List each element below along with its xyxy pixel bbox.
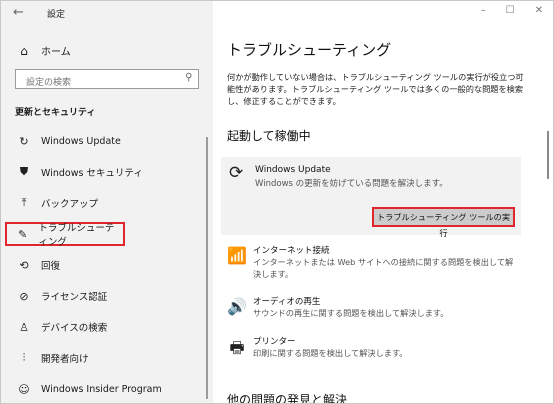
sidebar-item-insider-program[interactable]: ☺ Windows Insider Program bbox=[1, 377, 213, 401]
shield-icon: ⛊ bbox=[19, 165, 29, 178]
home-label: ホーム bbox=[41, 47, 71, 58]
find-device-icon: ♙ bbox=[19, 320, 29, 334]
wifi-icon: 📶 bbox=[227, 246, 247, 265]
sidebar-item-label: デバイスの検索 bbox=[41, 323, 108, 334]
troubleshooter-audio[interactable]: 🔊 オーディオの再生 サウンドの再生に関する問題を検出して解決します。 bbox=[227, 295, 527, 325]
maximize-icon[interactable]: ☐ bbox=[506, 5, 515, 16]
sidebar-item-label: 開発者向け bbox=[41, 354, 89, 365]
sidebar-item-activation[interactable]: ⊘ ライセンス認証 bbox=[1, 284, 213, 308]
insider-icon: ☺ bbox=[18, 382, 30, 396]
running-heading: 起動して稼働中 bbox=[227, 129, 311, 143]
sidebar-item-find-device[interactable]: ♙ デバイスの検索 bbox=[1, 315, 213, 339]
main-scrollbar[interactable] bbox=[547, 131, 549, 179]
settings-search-box[interactable]: ⚲ bbox=[15, 69, 199, 92]
back-arrow-icon[interactable]: ← bbox=[13, 5, 24, 20]
title-bar-left: ← 設定 bbox=[1, 1, 213, 27]
windows-update-troubleshooter[interactable]: ⟳ Windows Update Windows の更新を妨げている問題を解決し… bbox=[221, 157, 521, 238]
sidebar-item-label: バックアップ bbox=[41, 199, 99, 210]
search-icon[interactable]: ⚲ bbox=[185, 72, 192, 83]
sidebar-item-label: 回復 bbox=[41, 261, 61, 272]
sidebar: ← 設定 ⌂ ホーム ⚲ 更新とセキュリティ ↻ Windows Update … bbox=[1, 1, 213, 403]
home-icon: ⌂ bbox=[20, 43, 28, 58]
speaker-icon: 🔊 bbox=[227, 297, 247, 316]
backup-icon: ⤒ bbox=[21, 196, 27, 209]
troubleshooter-description: Windows の更新を妨げている問題を解決します。 bbox=[255, 179, 448, 189]
check-circle-icon: ⊘ bbox=[19, 289, 29, 303]
main-content: – ☐ ✕ トラブルシューティング 何かが動作していない場合は、トラブルシューテ… bbox=[213, 1, 553, 403]
settings-search-input[interactable] bbox=[24, 74, 178, 92]
refresh-icon: ⟳ bbox=[229, 163, 244, 183]
sidebar-item-recovery[interactable]: ⟲ 回復 bbox=[1, 253, 213, 277]
printer-icon: 🖶 bbox=[229, 338, 245, 357]
troubleshooter-title: インターネット接続 bbox=[253, 246, 330, 256]
section-heading: 更新とセキュリティ bbox=[15, 108, 96, 118]
sidebar-item-label: Windows セキュリティ bbox=[41, 168, 143, 179]
intro-text: 何かが動作していない場合は、トラブルシューティング ツールの実行が役立つ可能性が… bbox=[227, 72, 524, 106]
sidebar-item-label: ライセンス認証 bbox=[41, 292, 108, 303]
troubleshooter-title: オーディオの再生 bbox=[253, 297, 321, 307]
sidebar-scrollbar[interactable] bbox=[206, 137, 208, 399]
troubleshooter-description: 印刷に関する問題を検出して解決します。 bbox=[253, 348, 408, 358]
run-troubleshooter-button[interactable]: トラブルシューティング ツールの実行 bbox=[372, 207, 515, 238]
window-controls: – ☐ ✕ bbox=[481, 5, 543, 16]
refresh-icon: ↻ bbox=[19, 134, 29, 148]
home-link[interactable]: ⌂ ホーム bbox=[17, 43, 71, 59]
sidebar-item-label: Windows Update bbox=[41, 135, 121, 147]
recovery-icon: ⟲ bbox=[19, 258, 29, 272]
sidebar-item-windows-security[interactable]: ⛊ Windows セキュリティ bbox=[1, 160, 213, 184]
settings-window: ← 設定 ⌂ ホーム ⚲ 更新とセキュリティ ↻ Windows Update … bbox=[0, 0, 554, 404]
close-icon[interactable]: ✕ bbox=[535, 5, 543, 16]
window-title: 設定 bbox=[47, 10, 66, 20]
minimize-icon[interactable]: – bbox=[481, 5, 486, 16]
troubleshooter-description: サウンドの再生に関する問題を検出して解決します。 bbox=[253, 308, 449, 318]
sidebar-item-troubleshoot[interactable]: ✎ トラブルシューティング bbox=[5, 222, 125, 248]
troubleshooter-description: インターネットまたは Web サイトへの接続に関する問題を検出して解決します。 bbox=[253, 257, 514, 279]
sidebar-item-developers[interactable]: ⫶ 開発者向け bbox=[1, 346, 213, 370]
troubleshooter-internet[interactable]: 📶 インターネット接続 インターネットまたは Web サイトへの接続に関する問題… bbox=[227, 244, 527, 284]
wrench-icon: ✎ bbox=[18, 227, 28, 241]
sidebar-item-label: トラブルシューティング bbox=[38, 223, 115, 248]
troubleshooter-title: Windows Update bbox=[255, 165, 331, 175]
page-title: トラブルシューティング bbox=[227, 41, 392, 59]
troubleshooter-title: プリンター bbox=[253, 337, 296, 347]
sidebar-item-label: Windows Insider Program bbox=[41, 383, 162, 395]
other-problems-heading: 他の問題の発見と解決 bbox=[227, 393, 348, 404]
sidebar-item-backup[interactable]: ⤒ バックアップ bbox=[1, 191, 213, 215]
developer-icon: ⫶ bbox=[22, 351, 26, 364]
troubleshooter-printer[interactable]: 🖶 プリンター 印刷に関する問題を検出して解決します。 bbox=[227, 335, 527, 365]
sidebar-item-windows-update[interactable]: ↻ Windows Update bbox=[1, 129, 213, 153]
